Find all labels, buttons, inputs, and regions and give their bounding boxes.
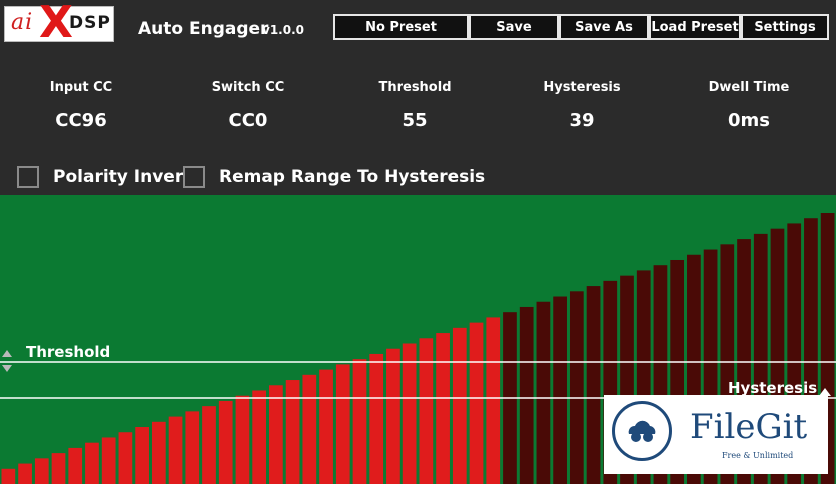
- graph-bar: [168, 416, 183, 484]
- hysteresis-label: Hysteresis: [543, 80, 621, 95]
- graph-bar: [202, 406, 216, 484]
- threshold-value[interactable]: 55: [345, 110, 485, 131]
- hysteresis-value[interactable]: 39: [512, 110, 652, 131]
- save-button[interactable]: Save: [469, 14, 559, 40]
- graph-bar: [436, 333, 450, 484]
- graph-bar: [85, 442, 99, 484]
- remap-range-label: Remap Range To Hysteresis: [219, 167, 486, 187]
- graph-bar: [569, 291, 584, 484]
- settings-button[interactable]: Settings: [741, 14, 829, 40]
- graph-bar: [269, 385, 283, 484]
- filegit-logo-icon: [612, 401, 672, 461]
- graph-bar: [402, 343, 417, 484]
- graph-bar: [118, 432, 133, 484]
- graph-bar: [218, 400, 233, 484]
- graph-bar: [135, 427, 149, 484]
- graph-bar: [319, 369, 333, 484]
- logo-x-mark: X: [39, 0, 73, 48]
- input-cc-label: Input CC: [49, 80, 113, 95]
- graph-bar: [386, 348, 400, 484]
- input-cc-value[interactable]: CC96: [11, 110, 151, 131]
- graph-bar: [252, 390, 267, 484]
- dwell-time-label: Dwell Time: [708, 80, 790, 95]
- aixdsp-logo: ai X DSP: [4, 1, 114, 45]
- filegit-title: FileGit: [690, 407, 808, 447]
- graph-bar: [469, 322, 484, 484]
- load-preset-button[interactable]: Load Preset: [649, 14, 741, 40]
- graph-bar: [352, 359, 367, 484]
- dwell-time-value[interactable]: 0ms: [679, 110, 819, 131]
- graph-bar: [18, 463, 32, 484]
- graph-bar: [586, 286, 601, 484]
- graph-bar: [335, 364, 350, 484]
- graph-bar: [553, 296, 567, 484]
- switch-cc-value[interactable]: CC0: [178, 110, 318, 131]
- graph-bar: [486, 317, 501, 484]
- app-window: ai X DSP Auto Engager v1.0.0 No Preset S…: [0, 0, 836, 484]
- threshold-label: Threshold: [378, 80, 452, 95]
- save-as-button[interactable]: Save As: [559, 14, 649, 40]
- switch-cc-label: Switch CC: [211, 80, 285, 95]
- polarity-invert-checkbox[interactable]: [17, 166, 39, 188]
- logo-ai-text: ai: [11, 10, 34, 35]
- graph-bar: [151, 421, 166, 484]
- graph-bar: [419, 338, 434, 484]
- graph-bar: [1, 468, 16, 484]
- graph-bar: [452, 327, 467, 484]
- graph-bar: [285, 380, 300, 484]
- app-title: Auto Engager: [138, 19, 269, 39]
- graph-bar: [68, 447, 83, 484]
- graph-bar: [369, 353, 384, 484]
- filegit-watermark: FileGit Free & Unlimited: [604, 395, 828, 474]
- preset-name-button[interactable]: No Preset: [333, 14, 469, 40]
- graph-bar: [101, 437, 116, 484]
- polarity-invert-label: Polarity Invert: [53, 167, 192, 187]
- logo-dsp-text: DSP: [69, 13, 111, 33]
- graph-bar: [536, 301, 551, 484]
- graph-bar: [185, 411, 200, 484]
- header: ai X DSP Auto Engager v1.0.0 No Preset S…: [0, 0, 836, 58]
- threshold-graph-label: Threshold: [26, 343, 111, 361]
- graph-bar: [519, 306, 534, 484]
- graph-bar: [302, 374, 317, 484]
- graph-bar: [51, 453, 66, 484]
- remap-range-checkbox[interactable]: [183, 166, 205, 188]
- graph-bar: [235, 395, 250, 484]
- graph-bar: [34, 458, 49, 484]
- app-version: v1.0.0: [262, 23, 304, 37]
- filegit-subtitle: Free & Unlimited: [722, 451, 794, 460]
